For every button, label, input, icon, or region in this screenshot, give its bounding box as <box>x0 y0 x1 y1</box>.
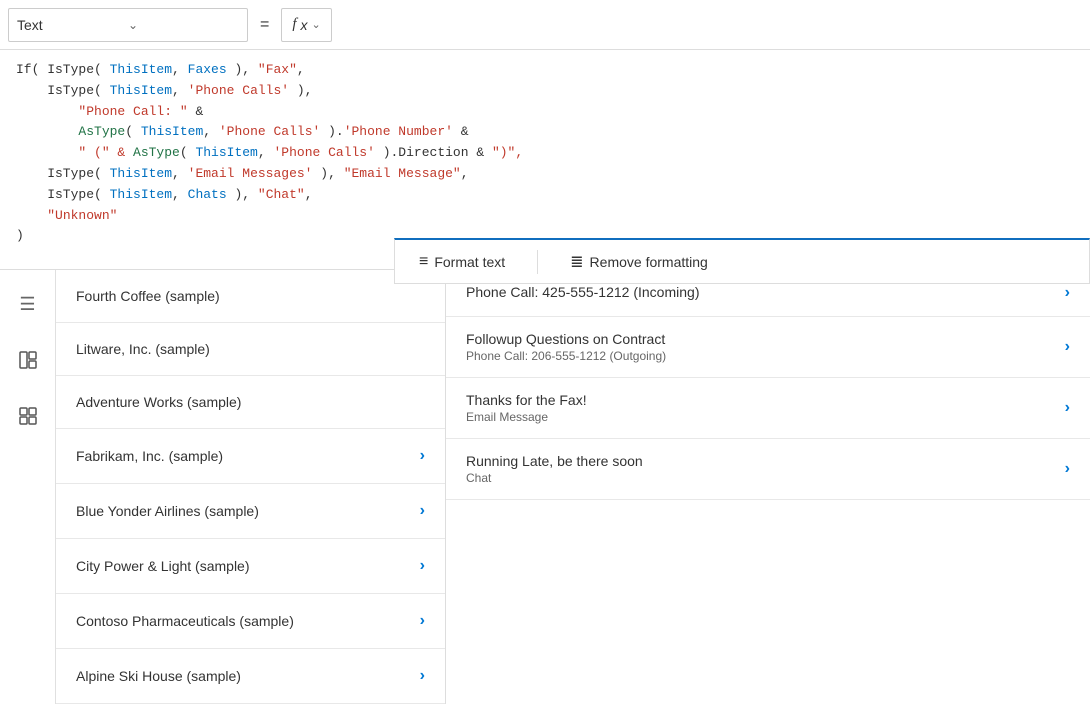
right-item-title: Phone Call: 425-555-1212 (Incoming) <box>466 284 1065 300</box>
list-item[interactable]: Alpine Ski House (sample) › <box>56 649 445 704</box>
fx-chevron-icon: ⌄ <box>312 18 321 31</box>
list-item-label: City Power & Light (sample) <box>76 558 250 574</box>
list-item-label: Fabrikam, Inc. (sample) <box>76 448 223 464</box>
panels-row: ☰ Fourth Coffee (sample) Litware, Inc. (s… <box>0 270 1090 704</box>
list-item[interactable]: Blue Yonder Airlines (sample) › <box>56 484 445 539</box>
code-line: IsType( ThisItem, Chats ), "Chat", <box>16 185 1074 206</box>
fx-button[interactable]: fx ⌄ <box>281 8 331 42</box>
fx-label: x <box>301 17 308 33</box>
list-item[interactable]: Litware, Inc. (sample) <box>56 323 445 376</box>
remove-formatting-button[interactable]: ≣ Remove formatting <box>562 248 716 276</box>
format-text-icon: ≡ <box>419 253 428 271</box>
format-text-label: Format text <box>434 254 505 270</box>
list-item-label: Alpine Ski House (sample) <box>76 668 241 684</box>
right-item-title: Followup Questions on Contract <box>466 331 1065 347</box>
chevron-right-icon: › <box>420 557 425 575</box>
menu-icon[interactable]: ☰ <box>10 286 46 322</box>
layers-icon[interactable] <box>10 342 46 378</box>
list-item-label: Blue Yonder Airlines (sample) <box>76 503 259 519</box>
right-list-item[interactable]: Followup Questions on Contract Phone Call… <box>446 317 1090 378</box>
fx-icon: f <box>292 16 296 33</box>
format-toolbar: ≡ Format text ≣ Remove formatting <box>394 238 1090 284</box>
grid-icon[interactable] <box>10 398 46 434</box>
remove-formatting-label: Remove formatting <box>590 254 708 270</box>
list-item[interactable]: City Power & Light (sample) › <box>56 539 445 594</box>
list-item[interactable]: Adventure Works (sample) <box>56 376 445 429</box>
list-item[interactable]: Contoso Pharmaceuticals (sample) › <box>56 594 445 649</box>
chevron-right-icon: › <box>420 502 425 520</box>
chevron-right-icon: › <box>1065 284 1070 302</box>
chevron-right-icon: › <box>420 447 425 465</box>
chevron-right-icon: › <box>1065 460 1070 478</box>
chevron-right-icon: › <box>1065 338 1070 356</box>
code-line: IsType( ThisItem, 'Email Messages' ), "E… <box>16 164 1074 185</box>
field-label: Text <box>17 17 128 33</box>
code-line: If( IsType( ThisItem, Faxes ), "Fax", <box>16 60 1074 81</box>
right-list-item[interactable]: Running Late, be there soon Chat› <box>446 439 1090 500</box>
code-line: "Phone Call: " & <box>16 102 1074 123</box>
chevron-right-icon: › <box>420 667 425 685</box>
code-line: AsType( ThisItem, 'Phone Calls' ).'Phone… <box>16 122 1074 143</box>
right-item-content: Thanks for the Fax! Email Message <box>466 392 1065 424</box>
right-item-subtitle: Chat <box>466 471 1065 485</box>
list-item-label: Adventure Works (sample) <box>76 394 241 410</box>
chevron-right-icon: › <box>420 612 425 630</box>
remove-formatting-icon: ≣ <box>570 252 583 272</box>
code-line: " (" & AsType( ThisItem, 'Phone Calls' )… <box>16 143 1074 164</box>
format-text-button[interactable]: ≡ Format text <box>411 249 513 275</box>
right-list-item[interactable]: Thanks for the Fax! Email Message› <box>446 378 1090 439</box>
right-item-content: Followup Questions on Contract Phone Call… <box>466 331 1065 363</box>
code-editor[interactable]: If( IsType( ThisItem, Faxes ), "Fax", Is… <box>0 50 1090 270</box>
top-bar: Text ⌄ = fx ⌄ <box>0 0 1090 50</box>
list-item[interactable]: Fourth Coffee (sample) <box>56 270 445 323</box>
equals-sign: = <box>256 16 273 34</box>
list-item-label: Contoso Pharmaceuticals (sample) <box>76 613 294 629</box>
side-icons: ☰ <box>0 270 56 704</box>
right-item-content: Running Late, be there soon Chat <box>466 453 1065 485</box>
field-selector[interactable]: Text ⌄ <box>8 8 248 42</box>
list-item[interactable]: Fabrikam, Inc. (sample) › <box>56 429 445 484</box>
left-panel: Fourth Coffee (sample) Litware, Inc. (sam… <box>56 270 446 704</box>
right-item-title: Running Late, be there soon <box>466 453 1065 469</box>
right-panel: Phone Call: 425-555-1212 (Incoming)›Foll… <box>446 270 1090 704</box>
code-line: "Unknown" <box>16 206 1074 227</box>
right-item-subtitle: Phone Call: 206-555-1212 (Outgoing) <box>466 349 1065 363</box>
list-item-label: Litware, Inc. (sample) <box>76 341 210 357</box>
chevron-down-icon: ⌄ <box>128 18 239 32</box>
right-item-content: Phone Call: 425-555-1212 (Incoming) <box>466 284 1065 302</box>
code-line: IsType( ThisItem, 'Phone Calls' ), <box>16 81 1074 102</box>
toolbar-divider <box>537 250 538 274</box>
chevron-right-icon: › <box>1065 399 1070 417</box>
right-item-title: Thanks for the Fax! <box>466 392 1065 408</box>
right-item-subtitle: Email Message <box>466 410 1065 424</box>
list-item-label: Fourth Coffee (sample) <box>76 288 220 304</box>
